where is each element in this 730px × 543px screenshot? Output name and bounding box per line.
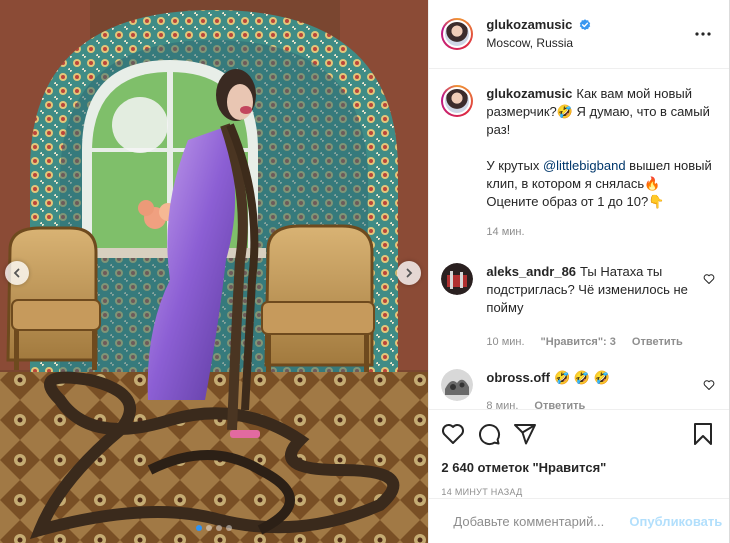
caption-time[interactable]: 14 мин.	[486, 223, 524, 241]
caption-paragraph-2: У крутых @littlebigband вышел новый клип…	[486, 157, 715, 211]
caption-avatar[interactable]	[441, 85, 474, 117]
post-side-panel: glukozamusic Moscow, Russia glukozamusic…	[428, 0, 729, 543]
avatar-image	[441, 263, 474, 295]
next-slide-button[interactable]	[397, 261, 421, 285]
post-actions: 2 640 отметок "Нравится" 14 МИНУТ НАЗАД	[429, 409, 729, 497]
avatar-image	[441, 369, 474, 401]
comment-meta: 8 мин. Ответить	[486, 397, 691, 409]
post-media[interactable]	[0, 0, 429, 543]
add-comment-bar: Опубликовать	[429, 498, 729, 543]
author-info: glukozamusic Moscow, Russia	[486, 17, 691, 51]
comment-time[interactable]: 10 мин.	[486, 333, 524, 351]
comment-text: 🤣 🤣 🤣	[553, 370, 610, 385]
post-photo	[0, 0, 429, 543]
verified-badge-icon	[579, 19, 591, 31]
save-bookmark-icon[interactable]	[691, 422, 715, 446]
slide-dot-active	[196, 525, 203, 531]
post-time[interactable]: 14 МИНУТ НАЗАД	[441, 487, 715, 497]
comment-input[interactable]	[453, 513, 630, 529]
comment-item: aleks_andr_86 Ты Натаха ты подстриглась? …	[441, 263, 715, 351]
like-comment-heart-icon[interactable]	[703, 273, 715, 285]
publish-button[interactable]: Опубликовать	[629, 514, 722, 529]
comment-item: obross.off 🤣 🤣 🤣 8 мин. Ответить	[441, 369, 715, 409]
comment-time[interactable]: 8 мин.	[486, 397, 518, 409]
author-avatar[interactable]	[441, 18, 474, 50]
slide-dot	[216, 525, 223, 531]
commenter-avatar[interactable]	[441, 369, 474, 401]
action-bar	[441, 422, 715, 446]
caption-text: glukozamusic Как вам мой новый размерчик?…	[486, 85, 715, 139]
mention-link[interactable]: @littlebigband	[543, 158, 626, 173]
commenter-avatar[interactable]	[441, 263, 474, 295]
comments-list[interactable]: glukozamusic Как вам мой новый размерчик?…	[429, 69, 729, 409]
comment-username[interactable]: aleks_andr_86	[486, 264, 576, 279]
more-horizontal-icon	[695, 32, 711, 36]
post-location[interactable]: Moscow, Russia	[486, 35, 691, 51]
reply-button[interactable]: Ответить	[632, 333, 683, 351]
previous-slide-button[interactable]	[5, 261, 29, 285]
chevron-left-icon	[13, 268, 20, 278]
slide-dot	[206, 525, 213, 531]
comment-bubble-icon[interactable]	[477, 422, 501, 446]
more-options-button[interactable]	[691, 22, 715, 46]
likes-count[interactable]: 2 640 отметок "Нравится"	[441, 460, 715, 475]
comment-username[interactable]: obross.off	[486, 370, 550, 385]
like-comment-heart-icon[interactable]	[703, 379, 715, 391]
chevron-right-icon	[406, 268, 413, 278]
reply-button[interactable]: Ответить	[534, 397, 585, 409]
caption-line-2-prefix: У крутых	[486, 158, 543, 173]
slide-dot	[226, 525, 233, 531]
like-heart-icon[interactable]	[441, 422, 465, 446]
caption-username[interactable]: glukozamusic	[486, 86, 572, 101]
instagram-post: glukozamusic Moscow, Russia glukozamusic…	[0, 0, 730, 543]
comment-likes[interactable]: "Нравится": 3	[541, 333, 616, 351]
caption: glukozamusic Как вам мой новый размерчик?…	[441, 85, 715, 241]
author-username[interactable]: glukozamusic	[486, 17, 572, 32]
comment-meta: 10 мин. "Нравится": 3 Ответить	[486, 333, 691, 351]
slide-indicator	[0, 525, 428, 531]
share-send-icon[interactable]	[513, 422, 537, 446]
post-header: glukozamusic Moscow, Russia	[429, 0, 729, 69]
caption-meta: 14 мин.	[486, 223, 715, 241]
